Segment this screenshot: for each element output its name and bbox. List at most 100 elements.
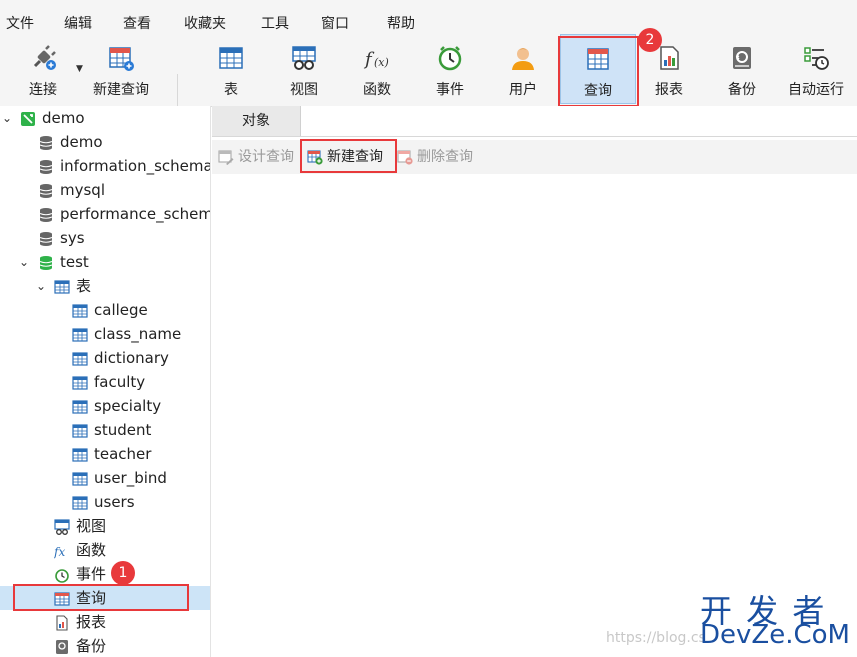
menu-help[interactable]: 帮助 xyxy=(387,14,415,34)
delete-query-button[interactable]: 删除查询 xyxy=(397,148,483,166)
watermark-url: https://blog.cs xyxy=(606,630,706,646)
tree-table-item[interactable]: student xyxy=(0,418,210,442)
menu-file[interactable]: 文件 xyxy=(6,14,34,34)
automation-button[interactable]: 自动运行 xyxy=(781,34,851,104)
table-icon xyxy=(72,328,88,342)
tree-tables-label: 表 xyxy=(76,277,92,295)
design-query-button[interactable]: 设计查询 xyxy=(218,148,304,166)
tab-objects[interactable]: 对象 xyxy=(212,106,301,136)
new-query-highlight xyxy=(300,139,397,173)
svg-text:fx: fx xyxy=(54,545,65,559)
view-button[interactable]: 视图 xyxy=(275,34,333,104)
menu-tools[interactable]: 工具 xyxy=(261,14,289,34)
menu-window[interactable]: 窗口 xyxy=(321,14,349,34)
tree-db-performance-schema[interactable]: performance_schema xyxy=(0,202,210,226)
tree-table-label: faculty xyxy=(94,373,146,391)
tree-table-label: callege xyxy=(94,301,148,319)
tree-table-item[interactable]: users xyxy=(0,490,210,514)
tree-events-label: 事件 xyxy=(76,565,107,583)
delete-query-icon xyxy=(397,150,413,165)
table-icon xyxy=(72,424,88,438)
new-query-icon xyxy=(109,47,134,71)
connection-icon xyxy=(21,112,35,126)
user-button[interactable]: 用户 xyxy=(494,34,552,104)
tree-backups-node[interactable]: 备份 xyxy=(0,634,210,657)
table-icon xyxy=(219,47,243,69)
report-icon xyxy=(660,46,679,70)
tree-tables-node[interactable]: ⌄ 表 xyxy=(0,274,210,298)
tree-db-label: sys xyxy=(60,229,85,247)
tree-reports-node[interactable]: 报表 xyxy=(0,610,210,634)
menu-bar: 文件 编辑 查看 收藏夹 工具 窗口 帮助 xyxy=(0,0,857,34)
table-icon xyxy=(72,472,88,486)
connect-label: 连接 xyxy=(29,82,57,98)
backup-icon xyxy=(733,47,751,69)
new-query-button[interactable]: 新建查询 xyxy=(86,34,156,104)
table-label: 表 xyxy=(224,82,238,98)
menu-view[interactable]: 查看 xyxy=(123,14,151,34)
database-open-icon xyxy=(39,256,53,270)
event-button[interactable]: 事件 xyxy=(421,34,479,104)
table-icon xyxy=(72,376,88,390)
view-label: 视图 xyxy=(290,82,318,98)
tree-db-mysql[interactable]: mysql xyxy=(0,178,210,202)
table-button[interactable]: 表 xyxy=(202,34,260,104)
tree-table-item[interactable]: teacher xyxy=(0,442,210,466)
chevron-down-icon[interactable]: ⌄ xyxy=(35,274,47,298)
menu-favorites[interactable]: 收藏夹 xyxy=(184,14,226,34)
tree-functions-node[interactable]: fx 函数 xyxy=(0,538,210,562)
tree-db-demo[interactable]: demo xyxy=(0,130,210,154)
tree-views-node[interactable]: 视图 xyxy=(0,514,210,538)
tree-table-label: dictionary xyxy=(94,349,169,367)
tree-table-label: specialty xyxy=(94,397,162,415)
user-label: 用户 xyxy=(509,82,537,98)
tree-db-label: test xyxy=(60,253,89,271)
chevron-down-icon[interactable]: ▼ xyxy=(76,64,83,74)
database-icon xyxy=(39,136,53,150)
event-label: 事件 xyxy=(436,82,464,98)
tree-connection-demo[interactable]: ⌄ demo xyxy=(0,106,210,130)
tree-db-information-schema[interactable]: information_schema xyxy=(0,154,210,178)
tree-views-label: 视图 xyxy=(76,517,107,535)
backup-label: 备份 xyxy=(728,82,756,98)
table-icon xyxy=(72,448,88,462)
chevron-down-icon[interactable]: ⌄ xyxy=(18,250,30,274)
plug-icon xyxy=(33,45,56,70)
query-highlight xyxy=(558,36,639,107)
tree-db-label: mysql xyxy=(60,181,105,199)
tree-backups-label: 备份 xyxy=(76,637,107,655)
tree-table-item[interactable]: faculty xyxy=(0,370,210,394)
clock-icon xyxy=(438,46,462,71)
chevron-down-icon[interactable]: ⌄ xyxy=(1,106,13,130)
view-icon xyxy=(54,519,70,535)
tree-db-test[interactable]: ⌄ test xyxy=(0,250,210,274)
tree-table-label: student xyxy=(94,421,152,439)
backup-button[interactable]: 备份 xyxy=(713,34,771,104)
connect-button[interactable]: 连接 xyxy=(14,34,72,104)
function-button[interactable]: f (x) 函数 xyxy=(348,34,406,104)
menu-edit[interactable]: 编辑 xyxy=(64,14,92,34)
tree-table-label: teacher xyxy=(94,445,152,463)
database-icon xyxy=(39,208,53,222)
table-icon xyxy=(72,496,88,510)
tree-table-item[interactable]: dictionary xyxy=(0,346,210,370)
tree-db-sys[interactable]: sys xyxy=(0,226,210,250)
queries-node-highlight xyxy=(13,584,189,611)
tree-events-node[interactable]: 事件 xyxy=(0,562,210,586)
tree-functions-label: 函数 xyxy=(76,541,107,559)
database-icon xyxy=(39,184,53,198)
tree-reports-label: 报表 xyxy=(76,613,107,631)
table-icon xyxy=(54,280,70,294)
backup-icon xyxy=(56,640,68,654)
tree-table-item[interactable]: callege xyxy=(0,298,210,322)
tree-db-label: demo xyxy=(60,133,103,151)
clock-icon xyxy=(55,569,69,583)
navigation-tree: ⌄ demo demo information_schema mysql per… xyxy=(0,106,211,657)
tree-table-item[interactable]: specialty xyxy=(0,394,210,418)
schedule-icon xyxy=(804,47,829,70)
tree-table-item[interactable]: user_bind xyxy=(0,466,210,490)
delete-query-label: 删除查询 xyxy=(417,149,473,165)
object-list-area xyxy=(212,174,857,657)
tree-table-item[interactable]: class_name xyxy=(0,322,210,346)
tree-table-label: user_bind xyxy=(94,469,167,487)
